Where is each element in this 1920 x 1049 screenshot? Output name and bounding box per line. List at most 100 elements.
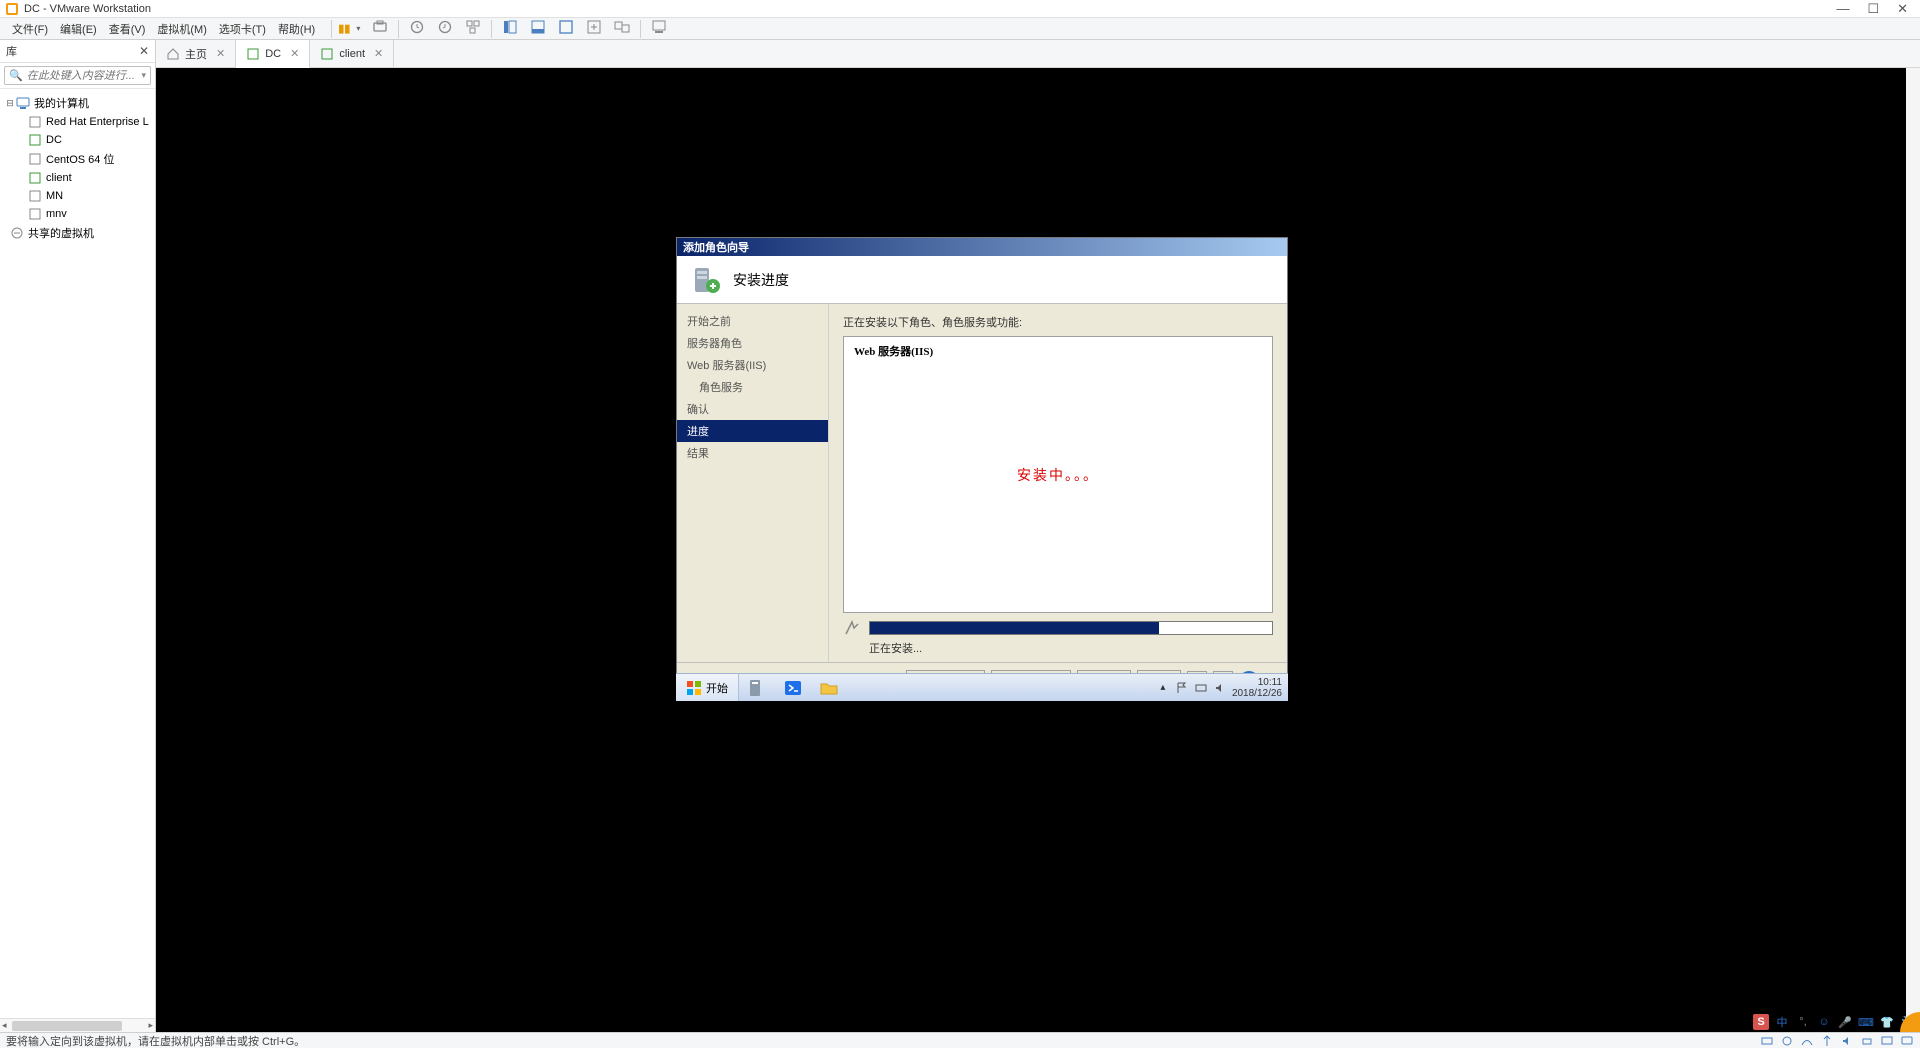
pause-icon[interactable]: ▮▮: [332, 22, 356, 35]
unity-icon[interactable]: [580, 19, 608, 38]
tray-flag-icon[interactable]: [1175, 681, 1189, 695]
device-message-icon[interactable]: [1900, 1034, 1914, 1048]
computer-icon: [16, 96, 30, 110]
menu-tabs[interactable]: 选项卡(T): [213, 21, 272, 37]
menu-help[interactable]: 帮助(H): [272, 21, 321, 37]
ime-punct-icon[interactable]: °,: [1795, 1014, 1811, 1030]
window-title: DC - VMware Workstation: [24, 3, 151, 15]
library-close-icon[interactable]: ✕: [139, 44, 149, 58]
tab-client[interactable]: client ✕: [310, 40, 394, 67]
start-button[interactable]: 开始: [676, 674, 739, 701]
step-iis[interactable]: Web 服务器(IIS): [677, 354, 828, 376]
wizard-titlebar[interactable]: 添加角色向导: [677, 238, 1287, 256]
menu-view[interactable]: 查看(V): [103, 21, 152, 37]
content-v-scrollbar[interactable]: [1906, 68, 1920, 1032]
taskbar-server-manager-icon[interactable]: [740, 676, 774, 700]
tab-dc[interactable]: DC ✕: [236, 40, 310, 68]
collapse-icon[interactable]: ⊟: [4, 98, 16, 109]
snapshot-icon[interactable]: [366, 19, 394, 38]
tree-item[interactable]: Red Hat Enterprise L: [0, 113, 155, 131]
device-usb-icon[interactable]: [1820, 1034, 1834, 1048]
menu-file[interactable]: 文件(F): [6, 21, 54, 37]
vm-icon: [28, 189, 42, 203]
scroll-left-icon[interactable]: ◂: [2, 1020, 7, 1031]
close-button[interactable]: ✕: [1897, 1, 1908, 17]
maximize-button[interactable]: ☐: [1867, 1, 1879, 17]
tray-up-icon[interactable]: ▴: [1156, 681, 1170, 695]
device-hdd-icon[interactable]: [1760, 1034, 1774, 1048]
tree-item-label: Red Hat Enterprise L: [46, 116, 149, 128]
step-confirm[interactable]: 确认: [677, 398, 828, 420]
library-title: 库: [6, 43, 17, 59]
home-icon: [166, 47, 180, 61]
thumbnail-icon[interactable]: [645, 19, 673, 38]
guest-clock[interactable]: 10:11 2018/12/26: [1232, 677, 1282, 699]
tab-home[interactable]: 主页 ✕: [156, 40, 236, 67]
tab-close-icon[interactable]: ✕: [374, 47, 383, 60]
clock-fwd-icon[interactable]: [431, 19, 459, 38]
start-label: 开始: [706, 680, 728, 696]
multi-mon-icon[interactable]: [608, 19, 636, 38]
chevron-down-icon[interactable]: ▾: [141, 70, 146, 81]
vm-icon: [28, 171, 42, 185]
device-sound-icon[interactable]: [1840, 1034, 1854, 1048]
scroll-right-icon[interactable]: ▸: [148, 1020, 153, 1031]
wizard-content: 正在安装以下角色、角色服务或功能: Web 服务器(IIS) 安装中。。。 正在…: [829, 304, 1287, 662]
statusbar-text: 要将输入定向到该虚拟机，请在虚拟机内部单击或按 Ctrl+G。: [6, 1033, 305, 1049]
scroll-thumb[interactable]: [12, 1021, 122, 1031]
tree-item[interactable]: client: [0, 169, 155, 187]
device-net-icon[interactable]: [1800, 1034, 1814, 1048]
step-roles[interactable]: 服务器角色: [677, 332, 828, 354]
tree-root[interactable]: ⊟ 我的计算机: [0, 93, 155, 113]
step-before[interactable]: 开始之前: [677, 310, 828, 332]
ime-mic-icon[interactable]: 🎤: [1837, 1014, 1853, 1030]
wizard-body: 开始之前 服务器角色 Web 服务器(IIS) 角色服务 确认 进度 结果 正在…: [677, 304, 1287, 662]
minimize-button[interactable]: —: [1836, 1, 1849, 17]
layout-2-icon[interactable]: [524, 19, 552, 38]
tray-sound-icon[interactable]: [1213, 681, 1227, 695]
wizard-window: 添加角色向导 安装进度 开始之前 服务器角色 Web 服务器(IIS) 角色服务…: [676, 237, 1288, 699]
clock-back-icon[interactable]: [403, 19, 431, 38]
host-systray: S 中 °, ☺ 🎤 ⌨ 👕 🔧: [1753, 1014, 1916, 1030]
taskbar-powershell-icon[interactable]: [776, 676, 810, 700]
menu-edit[interactable]: 编辑(E): [54, 21, 103, 37]
menubar: 文件(F) 编辑(E) 查看(V) 虚拟机(M) 选项卡(T) 帮助(H) ▮▮…: [0, 18, 1920, 40]
progress-row: [843, 619, 1273, 637]
tab-close-icon[interactable]: ✕: [290, 47, 299, 60]
ime-smile-icon[interactable]: ☺: [1816, 1014, 1832, 1030]
step-svc[interactable]: 角色服务: [677, 376, 828, 398]
vm-icon: [28, 115, 42, 129]
search-input[interactable]: [27, 70, 142, 82]
vm-icon: [28, 207, 42, 221]
step-progress[interactable]: 进度: [677, 420, 828, 442]
device-cd-icon[interactable]: [1780, 1034, 1794, 1048]
corner-badge: [1900, 1012, 1920, 1032]
step-result[interactable]: 结果: [677, 442, 828, 464]
tab-dc-label: DC: [265, 48, 281, 60]
ime-keyboard-icon[interactable]: ⌨: [1858, 1014, 1874, 1030]
ime-lang-icon[interactable]: 中: [1774, 1014, 1790, 1030]
snapshot-mgr-icon[interactable]: [459, 19, 487, 38]
tree-item[interactable]: CentOS 64 位: [0, 149, 155, 169]
tree-shared[interactable]: 共享的虚拟机: [0, 223, 155, 243]
ime-sogou-icon[interactable]: S: [1753, 1014, 1769, 1030]
server-install-icon: [691, 264, 723, 296]
tree-item[interactable]: mnv: [0, 205, 155, 223]
device-display-icon[interactable]: [1880, 1034, 1894, 1048]
taskbar-explorer-icon[interactable]: [812, 676, 846, 700]
tab-close-icon[interactable]: ✕: [216, 47, 225, 60]
device-printer-icon[interactable]: [1860, 1034, 1874, 1048]
tray-network-icon[interactable]: [1194, 681, 1208, 695]
tabs-row: 主页 ✕ DC ✕ client ✕: [156, 40, 1920, 68]
search-box[interactable]: 🔍 ▾: [4, 66, 151, 85]
guest-date: 2018/12/26: [1232, 688, 1282, 699]
tree-item[interactable]: MN: [0, 187, 155, 205]
layout-1-icon[interactable]: [496, 19, 524, 38]
menu-vm[interactable]: 虚拟机(M): [151, 21, 213, 37]
fullscreen-icon[interactable]: [552, 19, 580, 38]
sidebar-h-scrollbar[interactable]: ◂ ▸: [0, 1018, 155, 1032]
guest-tray: ▴ 10:11 2018/12/26: [1156, 677, 1288, 699]
tab-home-label: 主页: [185, 46, 207, 62]
ime-skin-icon[interactable]: 👕: [1879, 1014, 1895, 1030]
tree-item[interactable]: DC: [0, 131, 155, 149]
